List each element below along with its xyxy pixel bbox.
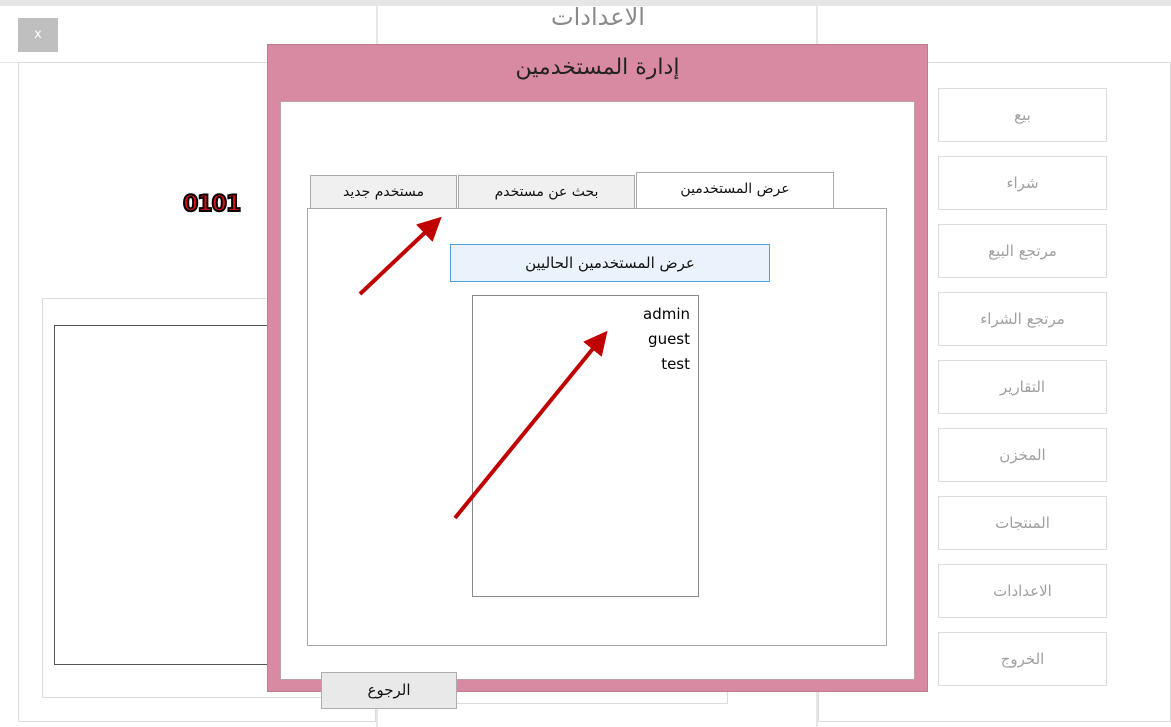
tab-view-users[interactable]: عرض المستخدمين (636, 172, 834, 208)
window-title: الاعدادات (551, 3, 645, 31)
close-icon: x (34, 27, 42, 42)
list-item[interactable]: admin (643, 302, 690, 327)
menu-exit-button[interactable]: الخروج (938, 632, 1107, 686)
bottom-center-box (455, 690, 728, 704)
tab-search-user[interactable]: بحث عن مستخدم (458, 175, 635, 208)
menu-products-button[interactable]: المنتجات (938, 496, 1107, 550)
menu-sale-button[interactable]: بيع (938, 88, 1107, 142)
dialog-title: إدارة المستخدمين (515, 55, 680, 80)
preview-box (54, 325, 284, 665)
list-item[interactable]: guest (648, 327, 690, 352)
menu-sales-return-button[interactable]: مرتجع البيع (938, 224, 1107, 278)
back-button[interactable]: الرجوع (321, 672, 457, 709)
menu-purchase-return-button[interactable]: مرتجع الشراء (938, 292, 1107, 346)
view-users-tab-page: عرض المستخدمين الحاليين admin guest test (307, 208, 887, 646)
close-button[interactable]: x (18, 18, 58, 52)
user-management-dialog: إدارة المستخدمين عرض المستخدمين بحث عن م… (267, 44, 928, 709)
logo-text: 0101 (182, 191, 242, 218)
dialog-body: عرض المستخدمين بحث عن مستخدم مستخدم جديد… (280, 101, 915, 709)
show-current-users-button[interactable]: عرض المستخدمين الحاليين (450, 244, 770, 282)
list-item[interactable]: test (661, 352, 690, 377)
users-listbox[interactable]: admin guest test (472, 295, 699, 597)
tab-new-user[interactable]: مستخدم جديد (310, 175, 457, 208)
menu-settings-button[interactable]: الاعدادات (938, 564, 1107, 618)
menu-inventory-button[interactable]: المخزن (938, 428, 1107, 482)
menu-reports-button[interactable]: التقارير (938, 360, 1107, 414)
menu-purchase-button[interactable]: شراء (938, 156, 1107, 210)
